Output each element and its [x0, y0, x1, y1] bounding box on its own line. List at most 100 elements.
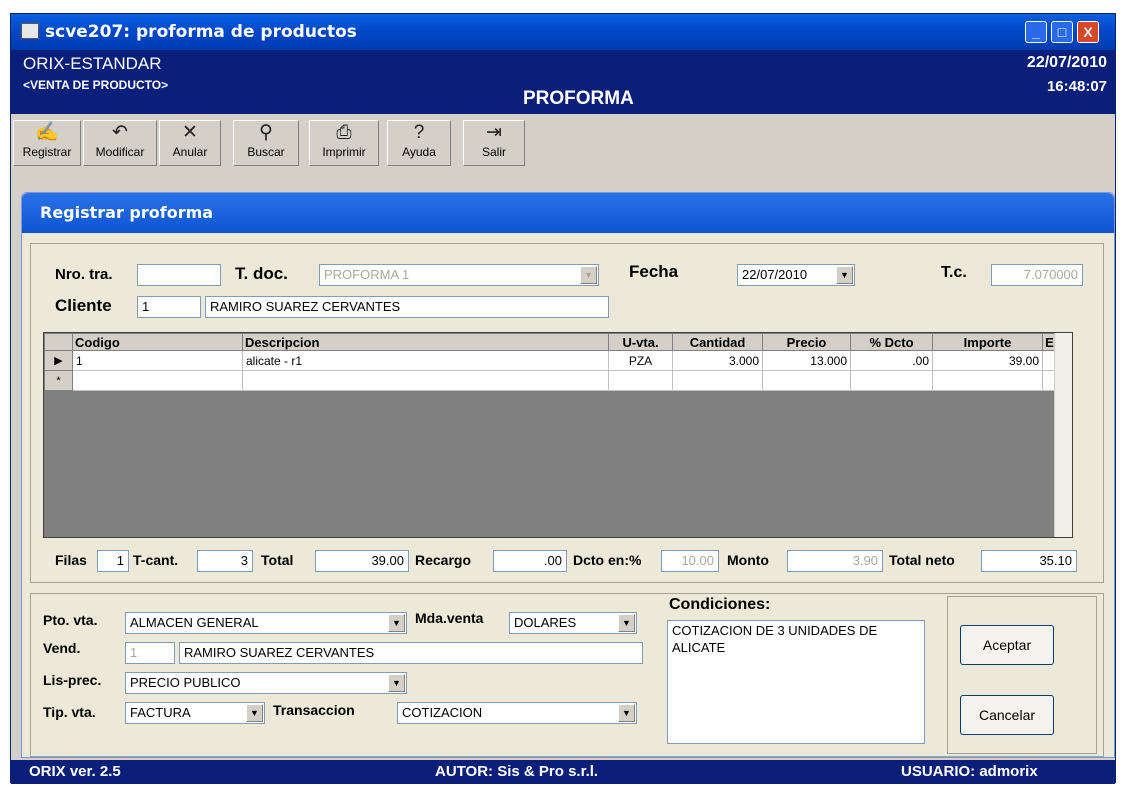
- mda-label: Mda.venta: [415, 610, 484, 626]
- vend-code-input[interactable]: 1: [125, 642, 175, 664]
- registrar-label: Registrar: [22, 145, 72, 159]
- lisprec-value: PRECIO PUBLICO: [130, 675, 241, 690]
- tipvta-select[interactable]: FACTURA ▼: [125, 702, 265, 724]
- chevron-down-icon[interactable]: ▼: [836, 266, 853, 284]
- ptovta-select[interactable]: ALMACEN GENERAL ▼: [125, 612, 407, 634]
- buscar-button[interactable]: ⚲ Buscar: [233, 120, 299, 166]
- status-bar: ORIX ver. 2.5 AUTOR: Sis & Pro s.r.l. US…: [11, 760, 1115, 784]
- table-header-row: Codigo Descripcion U-vta. Cantidad Preci…: [44, 333, 1057, 351]
- cliente-label: Cliente: [55, 296, 112, 315]
- modificar-label: Modificar: [95, 145, 145, 159]
- vend-label: Vend.: [43, 640, 81, 656]
- total-neto-value: 35.10: [981, 550, 1077, 572]
- vend-name-input[interactable]: RAMIRO SUAREZ CERVANTES: [179, 642, 643, 664]
- chevron-down-icon[interactable]: ▼: [618, 614, 635, 632]
- chevron-down-icon[interactable]: ▼: [580, 266, 597, 284]
- chevron-down-icon[interactable]: ▼: [246, 704, 263, 722]
- filas-label: Filas: [55, 552, 87, 568]
- cancelar-button[interactable]: Cancelar: [960, 695, 1054, 735]
- modificar-button[interactable]: ↶ Modificar: [83, 120, 157, 166]
- help-icon: ?: [413, 122, 425, 143]
- cell-importe[interactable]: 39.00: [932, 350, 1043, 371]
- minimize-button[interactable]: _: [1025, 21, 1047, 43]
- condiciones-textarea[interactable]: COTIZACION DE 3 UNIDADES DE ALICATE: [667, 620, 925, 744]
- cell-dcto[interactable]: [850, 370, 933, 391]
- cell-cantidad[interactable]: 3.000: [672, 350, 763, 371]
- bottom-section: Pto. vta. ALMACEN GENERAL ▼ Mda.venta DOL…: [30, 593, 1104, 757]
- chevron-down-icon[interactable]: ▼: [618, 704, 635, 722]
- undo-icon: ↶: [112, 122, 128, 143]
- salir-button[interactable]: ⇥ Salir: [463, 120, 525, 166]
- cliente-name-input[interactable]: RAMIRO SUAREZ CERVANTES: [205, 296, 609, 318]
- row-selector-header: [44, 333, 73, 351]
- tdoc-select[interactable]: PROFORMA 1 ▼: [319, 264, 599, 286]
- fecha-picker[interactable]: 22/07/2010 ▼: [737, 264, 855, 286]
- dcto-input[interactable]: 10.00: [661, 550, 719, 572]
- col-cantidad[interactable]: Cantidad: [672, 333, 763, 351]
- col-codigo[interactable]: Codigo: [72, 333, 243, 351]
- transaccion-select[interactable]: COTIZACION ▼: [397, 702, 637, 724]
- user-text: USUARIO: admorix: [901, 763, 1038, 780]
- cell-uvta[interactable]: [608, 370, 673, 391]
- exit-icon: ⇥: [486, 122, 502, 143]
- chevron-down-icon[interactable]: ▼: [388, 614, 405, 632]
- monto-value: 3.90: [787, 550, 883, 572]
- total-value: 39.00: [315, 550, 409, 572]
- table-row[interactable]: *: [44, 370, 1057, 391]
- registrar-button[interactable]: ✍ Registrar: [13, 120, 81, 166]
- row-pointer-icon[interactable]: ▶: [44, 350, 73, 371]
- cell-importe[interactable]: [932, 370, 1043, 391]
- tdoc-label: T. doc.: [235, 264, 288, 283]
- col-importe[interactable]: Importe: [932, 333, 1043, 351]
- cell-codigo[interactable]: [72, 370, 243, 391]
- mda-select[interactable]: DOLARES ▼: [509, 612, 637, 634]
- lisprec-select[interactable]: PRECIO PUBLICO ▼: [125, 672, 407, 694]
- table-row[interactable]: ▶ 1 alicate - r1 PZA 3.000 13.000 .00 39…: [44, 350, 1057, 371]
- transaccion-value: COTIZACION: [402, 705, 483, 720]
- ayuda-button[interactable]: ? Ayuda: [387, 120, 451, 166]
- tipvta-label: Tip. vta.: [43, 704, 96, 720]
- buscar-label: Buscar: [247, 145, 285, 159]
- col-descripcion[interactable]: Descripcion: [242, 333, 609, 351]
- binoculars-icon: ⚲: [259, 122, 273, 143]
- aceptar-button[interactable]: Aceptar: [960, 625, 1054, 665]
- col-uvta[interactable]: U-vta.: [608, 333, 673, 351]
- author-text: AUTOR: Sis & Pro s.r.l.: [435, 763, 599, 780]
- registrar-proforma-panel: Registrar proforma Nro. tra. T. doc. PRO…: [21, 192, 1115, 758]
- cell-dcto[interactable]: .00: [850, 350, 933, 371]
- cell-cantidad[interactable]: [672, 370, 763, 391]
- ayuda-label: Ayuda: [402, 145, 436, 159]
- imprimir-button[interactable]: ⎙ Imprimir: [309, 120, 379, 166]
- header-section: Nro. tra. T. doc. PROFORMA 1 ▼ Fecha 22/0…: [30, 243, 1104, 583]
- title-bar: scve207: proforma de productos _ □ X: [11, 14, 1115, 50]
- cell-precio[interactable]: 13.000: [762, 350, 851, 371]
- main-window: scve207: proforma de productos _ □ X ORI…: [10, 13, 1116, 784]
- recargo-input[interactable]: .00: [493, 550, 567, 572]
- anular-button[interactable]: ✕ Anular: [159, 120, 221, 166]
- dcto-label: Dcto en:%: [573, 552, 642, 568]
- grid-scrollbar[interactable]: [1054, 333, 1072, 537]
- panel-title: Registrar proforma: [22, 193, 1114, 233]
- tc-input[interactable]: 7.070000: [991, 264, 1083, 286]
- cell-uvta[interactable]: PZA: [608, 350, 673, 371]
- total-label: Total: [261, 552, 294, 568]
- cell-descripcion[interactable]: alicate - r1: [242, 350, 609, 371]
- cell-codigo[interactable]: 1: [72, 350, 243, 371]
- monto-label: Monto: [727, 552, 769, 568]
- tcant-label: T-cant.: [133, 552, 179, 568]
- product-table: Codigo Descripcion U-vta. Cantidad Preci…: [44, 333, 1057, 391]
- col-precio[interactable]: Precio: [762, 333, 851, 351]
- new-row-icon[interactable]: *: [44, 370, 73, 391]
- cell-precio[interactable]: [762, 370, 851, 391]
- nro-tra-input[interactable]: [137, 264, 221, 286]
- fecha-label: Fecha: [629, 262, 679, 281]
- ptovta-label: Pto. vta.: [43, 612, 98, 628]
- col-dcto[interactable]: % Dcto: [850, 333, 933, 351]
- cliente-code-input[interactable]: 1: [137, 296, 201, 318]
- product-grid: Codigo Descripcion U-vta. Cantidad Preci…: [43, 332, 1073, 538]
- cell-descripcion[interactable]: [242, 370, 609, 391]
- lisprec-label: Lis-prec.: [43, 672, 102, 688]
- maximize-button[interactable]: □: [1051, 21, 1073, 43]
- chevron-down-icon[interactable]: ▼: [388, 674, 405, 692]
- close-button[interactable]: X: [1077, 21, 1099, 43]
